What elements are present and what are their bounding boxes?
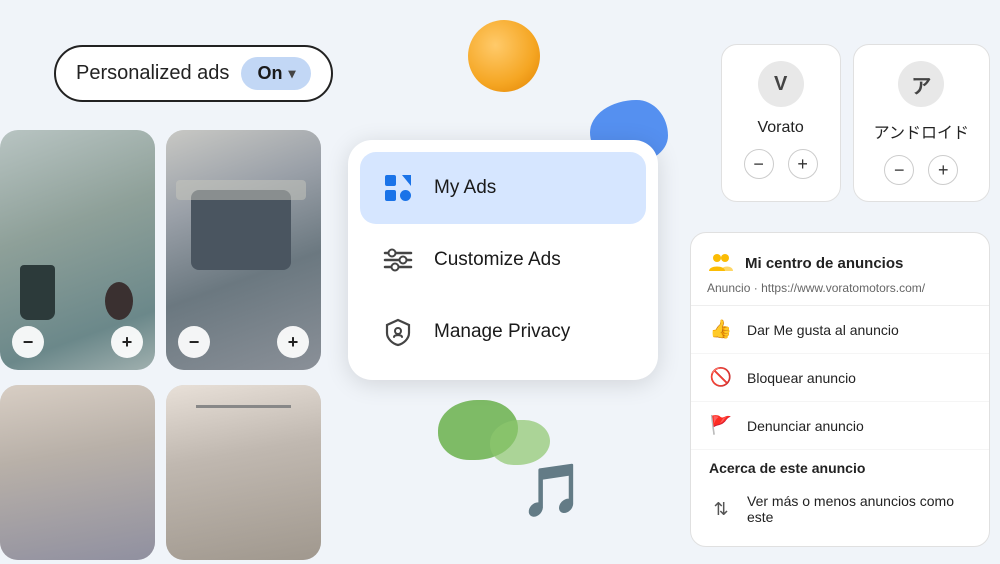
music-note-decoration: 🎵 (520, 460, 585, 521)
thumbs-up-icon: 👍 (709, 319, 733, 340)
customize-ads-icon (380, 242, 416, 278)
green-blob2-decoration (490, 420, 550, 465)
on-badge[interactable]: On ▾ (241, 57, 311, 90)
ad-action-like[interactable]: 👍 Dar Me gusta al anuncio (691, 306, 989, 354)
ad-info-title-row: Mi centro de anuncios (707, 249, 973, 277)
block-label: Bloquear anuncio (747, 370, 856, 386)
report-label: Denunciar anuncio (747, 418, 864, 434)
android-ja-avatar: ア (898, 61, 944, 107)
image2-plus-button[interactable]: + (277, 326, 309, 358)
toggle-label: Personalized ads (76, 62, 229, 85)
android-ja-plus-button[interactable]: + (928, 155, 958, 185)
orange-sphere-decoration (468, 20, 540, 92)
ad-action-block[interactable]: 🚫 Bloquear anuncio (691, 354, 989, 402)
toggle-state: On (257, 63, 282, 84)
adjust-icon: ⇅ (709, 499, 733, 520)
ad-info-title: Mi centro de anuncios (745, 255, 903, 272)
ad-action-more-less[interactable]: ⇅ Ver más o menos anuncios como este (691, 480, 989, 538)
my-ads-icon (380, 170, 416, 206)
brand-card-vorato: V Vorato − + (721, 44, 841, 202)
brand-card-android-ja: ア アンドロイド − + (853, 44, 990, 202)
image2-minus-button[interactable]: − (178, 326, 210, 358)
brand-cards-container: V Vorato − + ア アンドロイド − + (721, 44, 990, 202)
ad-action-report[interactable]: 🚩 Denunciar anuncio (691, 402, 989, 450)
manage-privacy-label: Manage Privacy (434, 321, 570, 343)
image-card-clothes (166, 385, 321, 560)
image-card-plants: − + (0, 130, 155, 370)
image-card-person (0, 385, 155, 560)
like-label: Dar Me gusta al anuncio (747, 322, 899, 338)
image-card-gift: − + (166, 130, 321, 370)
customize-ads-label: Customize Ads (434, 249, 561, 271)
menu-item-customize-ads[interactable]: Customize Ads (360, 224, 646, 296)
block-icon: 🚫 (709, 367, 733, 388)
chevron-down-icon: ▾ (288, 65, 295, 82)
ads-menu-card: My Ads Customize Ads Manage Privacy (348, 140, 658, 380)
vorato-plus-button[interactable]: + (788, 149, 818, 179)
image1-plus-button[interactable]: + (111, 326, 143, 358)
android-ja-counter-row: − + (884, 155, 958, 185)
ad-info-header: Mi centro de anuncios Anuncio · https://… (691, 233, 989, 306)
vorato-avatar: V (758, 61, 804, 107)
manage-privacy-icon (380, 314, 416, 350)
flag-icon: 🚩 (709, 415, 733, 436)
ad-section-title: Acerca de este anuncio (691, 450, 989, 480)
personalized-ads-toggle[interactable]: Personalized ads On ▾ (54, 45, 333, 102)
more-less-label: Ver más o menos anuncios como este (747, 493, 971, 525)
people-icon (707, 249, 735, 277)
menu-item-my-ads[interactable]: My Ads (360, 152, 646, 224)
ad-info-body: 👍 Dar Me gusta al anuncio 🚫 Bloquear anu… (691, 306, 989, 546)
vorato-minus-button[interactable]: − (744, 149, 774, 179)
ad-info-panel: Mi centro de anuncios Anuncio · https://… (690, 232, 990, 547)
vorato-counter-row: − + (744, 149, 818, 179)
menu-item-manage-privacy[interactable]: Manage Privacy (360, 296, 646, 368)
vorato-name: Vorato (757, 119, 803, 137)
android-ja-minus-button[interactable]: − (884, 155, 914, 185)
android-ja-name: アンドロイド (874, 119, 969, 143)
my-ads-label: My Ads (434, 177, 496, 199)
image1-minus-button[interactable]: − (12, 326, 44, 358)
ad-info-subtitle: Anuncio · https://www.voratomotors.com/ (707, 281, 973, 295)
